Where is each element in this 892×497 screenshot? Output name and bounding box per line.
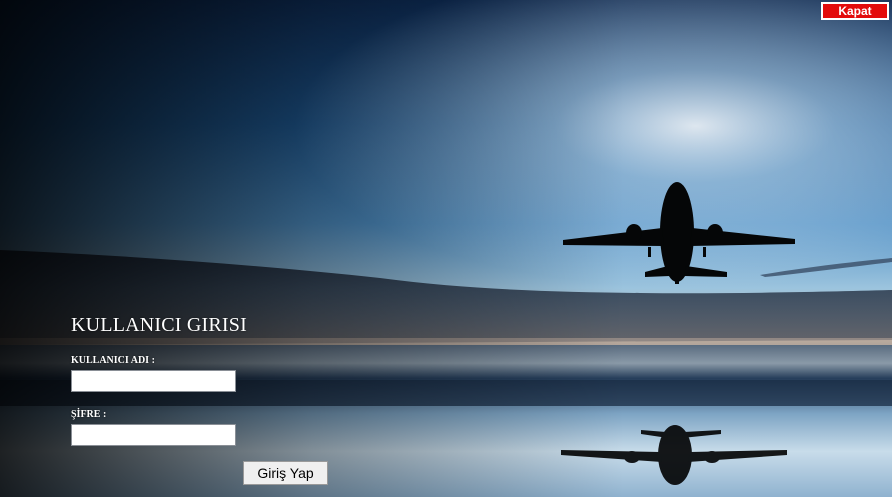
background-image: [0, 0, 892, 497]
password-label: ŞİFRE :: [71, 409, 107, 420]
login-button[interactable]: Giriş Yap: [243, 461, 328, 485]
login-title: KULLANICI GIRISI: [71, 314, 247, 336]
password-input[interactable]: [71, 424, 236, 446]
login-screen: Kapat KULLANICI GIRISI KULLANICI ADI : Ş…: [0, 0, 892, 497]
username-label: KULLANICI ADI :: [71, 355, 155, 366]
username-input[interactable]: [71, 370, 236, 392]
close-button[interactable]: Kapat: [821, 2, 889, 20]
